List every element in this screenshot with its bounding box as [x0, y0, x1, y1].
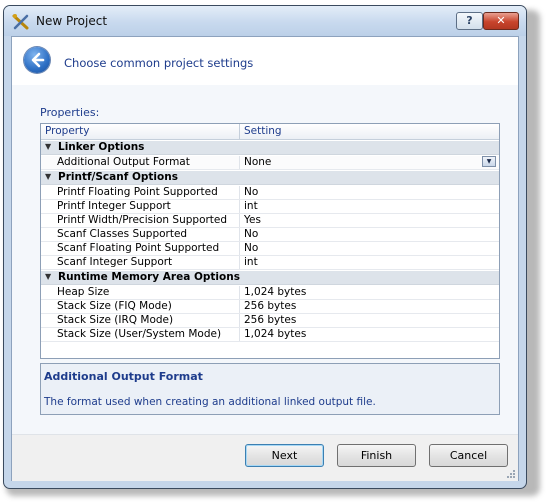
property-value[interactable]: 1,024 bytes	[244, 328, 306, 340]
window-title: New Project	[36, 14, 108, 28]
description-text: The format used when creating an additio…	[44, 396, 376, 408]
category-runtime-memory-area-options[interactable]: ▼ Runtime Memory Area Options	[41, 271, 499, 285]
cell-divider	[239, 286, 240, 299]
properties-label: Properties:	[40, 106, 100, 119]
property-row[interactable]: Stack Size (FIQ Mode) 256 bytes	[41, 300, 499, 314]
property-row[interactable]: Heap Size 1,024 bytes	[41, 286, 499, 300]
new-project-dialog: New Project ? ✕ Choose common project se…	[3, 5, 527, 489]
property-value[interactable]: 256 bytes	[244, 300, 296, 312]
cancel-button[interactable]: Cancel	[429, 444, 508, 467]
property-row[interactable]: Scanf Classes Supported No	[41, 228, 499, 242]
property-description-panel: Additional Output Format The format used…	[40, 363, 500, 415]
property-name: Printf Width/Precision Supported	[57, 214, 228, 226]
cell-divider	[239, 314, 240, 327]
cell-divider	[239, 328, 240, 341]
property-name: Stack Size (FIQ Mode)	[57, 300, 172, 312]
wizard-header: Choose common project settings	[12, 37, 518, 85]
cell-divider	[239, 300, 240, 313]
property-row[interactable]: Printf Width/Precision Supported Yes	[41, 214, 499, 228]
category-linker-options[interactable]: ▼ Linker Options	[41, 141, 499, 155]
back-arrow-icon	[31, 52, 45, 68]
property-value[interactable]: No	[244, 242, 258, 254]
title-bar[interactable]: New Project ? ✕	[4, 6, 526, 36]
help-button[interactable]: ?	[456, 12, 483, 30]
property-name: Scanf Classes Supported	[57, 228, 188, 240]
next-button[interactable]: Next	[245, 444, 324, 467]
property-row[interactable]: Printf Integer Support int	[41, 200, 499, 214]
collapse-triangle-icon[interactable]: ▼	[45, 172, 51, 181]
column-header-property[interactable]: Property	[45, 125, 89, 137]
column-divider[interactable]	[239, 124, 240, 139]
cell-divider	[239, 242, 240, 255]
finish-button[interactable]: Finish	[337, 444, 416, 467]
property-value[interactable]: 256 bytes	[244, 314, 296, 326]
category-label: Printf/Scanf Options	[58, 171, 178, 183]
property-name: Scanf Floating Point Supported	[57, 242, 220, 254]
property-value[interactable]: int	[244, 200, 258, 212]
collapse-triangle-icon[interactable]: ▼	[45, 272, 51, 281]
property-name: Scanf Integer Support	[57, 256, 173, 268]
property-value[interactable]: Yes	[244, 214, 261, 226]
property-row[interactable]: Scanf Floating Point Supported No	[41, 242, 499, 256]
property-name: Printf Floating Point Supported	[57, 186, 218, 198]
property-value[interactable]: No	[244, 186, 258, 198]
property-name: Stack Size (IRQ Mode)	[57, 314, 174, 326]
wizard-content: Properties: Property Setting ▼ Linker Op…	[12, 85, 518, 434]
column-header-setting[interactable]: Setting	[244, 125, 282, 137]
back-button[interactable]	[24, 47, 50, 73]
category-printf-scanf-options[interactable]: ▼ Printf/Scanf Options	[41, 171, 499, 185]
property-row[interactable]: Stack Size (IRQ Mode) 256 bytes	[41, 314, 499, 328]
property-name: Heap Size	[57, 286, 110, 298]
property-value-dropdown[interactable]: None	[244, 156, 271, 168]
button-bar: Next Finish Cancel	[12, 434, 518, 481]
close-button[interactable]: ✕	[483, 12, 519, 30]
dropdown-arrow-icon[interactable]: ▼	[482, 156, 496, 167]
property-name: Additional Output Format	[57, 156, 190, 168]
page-instruction: Choose common project settings	[64, 56, 254, 70]
description-title: Additional Output Format	[44, 370, 203, 383]
cell-divider	[239, 200, 240, 213]
property-value[interactable]: int	[244, 256, 258, 268]
property-row[interactable]: Printf Floating Point Supported No	[41, 186, 499, 200]
cell-divider	[239, 256, 240, 269]
property-value[interactable]: No	[244, 228, 258, 240]
cell-divider	[239, 228, 240, 241]
property-name: Stack Size (User/System Mode)	[57, 328, 222, 340]
grid-column-header: Property Setting	[41, 124, 499, 140]
property-row[interactable]: Scanf Integer Support int	[41, 256, 499, 270]
property-name: Printf Integer Support	[57, 200, 171, 212]
property-row[interactable]: Stack Size (User/System Mode) 1,024 byte…	[41, 328, 499, 342]
cell-divider	[239, 186, 240, 199]
category-label: Linker Options	[58, 141, 145, 153]
property-grid: Property Setting ▼ Linker Options Additi…	[40, 123, 500, 359]
category-label: Runtime Memory Area Options	[58, 271, 240, 283]
property-value[interactable]: 1,024 bytes	[244, 286, 306, 298]
property-row-additional-output-format[interactable]: Additional Output Format None ▼	[41, 156, 499, 170]
dialog-client-area: Choose common project settings Propertie…	[11, 36, 519, 481]
collapse-triangle-icon[interactable]: ▼	[45, 142, 51, 151]
app-icon	[12, 14, 29, 30]
resize-grip-icon[interactable]	[506, 469, 516, 479]
cell-divider	[239, 156, 240, 169]
cell-divider	[239, 214, 240, 227]
